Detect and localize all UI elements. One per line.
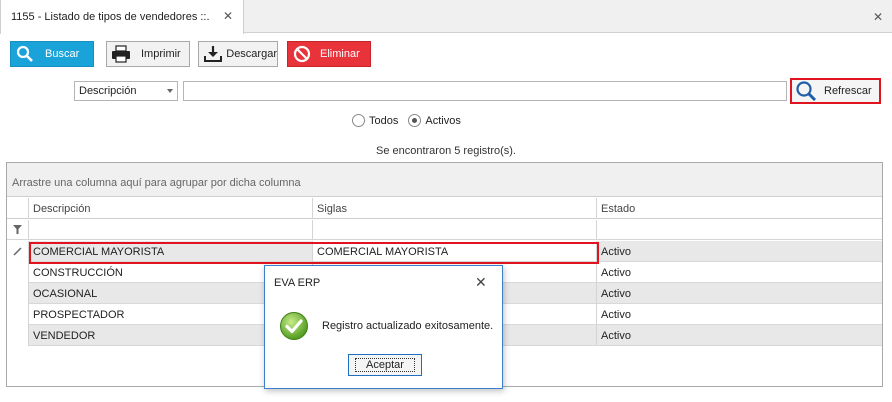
message-dialog: EVA ERP ✕ Registro actualizado exitosame… [264,265,503,389]
table-cell[interactable]: Activo [597,325,882,346]
printer-icon [107,42,135,66]
search-input[interactable] [183,81,787,101]
tab-title: 1155 - Listado de tipos de vendedores ::… [11,11,210,23]
download-icon [199,42,226,66]
imprimir-button[interactable]: Imprimir [106,41,190,67]
dialog-message: Registro actualizado exitosamente. [322,320,494,332]
buscar-button[interactable]: Buscar [10,41,94,67]
descargar-button[interactable]: Descargar [198,41,278,67]
tab-strip: 1155 - Listado de tipos de vendedores ::… [0,0,892,34]
group-panel[interactable]: Arrastre una columna aquí para agrupar p… [7,163,882,197]
eliminar-label: Eliminar [320,48,360,60]
row-indicator [7,304,29,325]
pencil-icon [13,247,22,256]
filter-cell-siglas[interactable] [313,220,597,240]
aceptar-label: Aceptar [355,358,415,372]
filter-row-indicator[interactable] [7,220,29,240]
row-indicator [7,262,29,283]
eliminar-button[interactable]: Eliminar [287,41,371,67]
filter-cell-estado[interactable] [597,220,882,240]
field-select[interactable]: Descripción [74,81,178,101]
column-header-descripcion[interactable]: Descripción [29,198,313,219]
column-header-estado[interactable]: Estado [597,198,882,219]
field-select-value: Descripción [79,85,137,97]
column-header-siglas[interactable]: Siglas [313,198,597,219]
chevron-down-icon [167,89,173,93]
close-all-icon[interactable]: ✕ [873,10,883,24]
refrescar-button[interactable]: Refrescar [790,78,881,104]
buscar-label: Buscar [45,48,80,60]
row-indicator [7,283,29,304]
status-filter: Todos Activos [352,114,471,127]
dialog-title: EVA ERP [274,277,321,289]
success-check-icon [279,311,309,344]
descargar-label: Descargar [226,48,277,60]
radio-activos-label: Activos [425,114,461,127]
radio-activos[interactable] [408,114,422,127]
row-indicator [7,325,29,346]
table-cell[interactable]: Activo [597,283,882,304]
table-cell[interactable]: COMERCIAL MAYORISTA [313,241,597,262]
aceptar-button[interactable]: Aceptar [348,354,422,376]
row-edit-indicator [7,241,29,262]
imprimir-label: Imprimir [141,48,181,60]
filter-cell-descripcion[interactable] [29,220,313,240]
record-count: Se encontraron 5 registro(s). [375,145,516,157]
tab-tipos-vendedores[interactable]: 1155 - Listado de tipos de vendedores ::… [0,0,244,34]
forbidden-icon [288,42,316,66]
table-cell[interactable]: COMERCIAL MAYORISTA [29,241,313,262]
close-icon[interactable]: ✕ [475,274,487,291]
close-icon[interactable]: ✕ [223,9,233,23]
table-cell[interactable]: Activo [597,304,882,325]
table-cell[interactable]: Activo [597,262,882,283]
table-cell[interactable]: Activo [597,241,882,262]
search-icon [11,42,39,66]
header-indicator [7,198,29,219]
magnifier-icon [795,80,817,102]
radio-todos-label: Todos [369,114,399,127]
filter-icon [13,225,22,234]
radio-todos[interactable] [352,114,365,127]
refrescar-label: Refrescar [824,85,872,97]
